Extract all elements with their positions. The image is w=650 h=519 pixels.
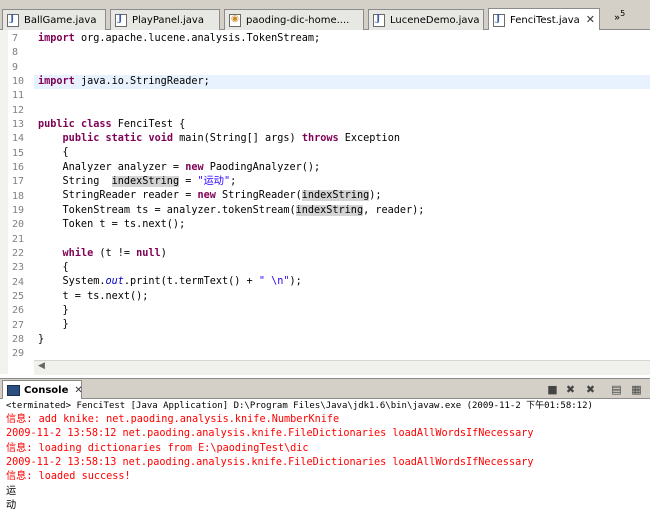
scroll-lock-icon[interactable]: ▤ <box>610 383 623 396</box>
tab-label: LuceneDemo.java <box>390 14 480 26</box>
line-number: 13 <box>12 118 25 130</box>
line-number: 10 <box>12 75 25 87</box>
line-number: 29 <box>12 348 25 360</box>
overflow-count: 5 <box>620 9 626 18</box>
code-line-27: } <box>38 319 69 330</box>
console-line: 2009-11-2 13:58:12 net.paoding.analysis.… <box>6 428 534 439</box>
remove-all-terminated-icon[interactable]: ✖ <box>584 383 597 396</box>
tab-label: FenciTest.java <box>510 14 580 26</box>
code-line-7: import org.apache.lucene.analysis.TokenS… <box>38 33 321 44</box>
line-number: 20 <box>12 219 25 231</box>
tab-console[interactable]: Console ✕ <box>2 380 83 399</box>
tab-fencitest[interactable]: FenciTest.java ✕ <box>488 8 600 31</box>
code-line-24: System.out.print(t.termText() + " \n"); <box>38 276 302 287</box>
close-icon[interactable]: ✕ <box>586 13 595 26</box>
code-line-29: } <box>38 334 45 345</box>
line-number: 15 <box>12 147 25 159</box>
tab-playpanel[interactable]: PlayPanel.java <box>110 9 220 30</box>
terminate-icon[interactable]: ■ <box>546 383 559 396</box>
code-line-19: TokenStream ts = analyzer.tokenStream(in… <box>38 205 425 216</box>
line-number: 11 <box>12 90 25 102</box>
line-number: 14 <box>12 133 25 145</box>
tab-lucenedemo[interactable]: LuceneDemo.java <box>368 9 484 30</box>
console-line: 动 <box>6 500 17 511</box>
line-number: 17 <box>12 176 25 188</box>
line-number: 18 <box>12 190 25 202</box>
editor-tab-bar: BallGame.java PlayPanel.java paoding-dic… <box>0 0 650 31</box>
tab-paoding-dic-home[interactable]: paoding-dic-home.... <box>224 9 364 30</box>
clear-console-icon[interactable]: ▦ <box>630 383 643 396</box>
line-number: 21 <box>12 233 25 245</box>
code-line-13: public class FenciTest { <box>38 119 186 130</box>
console-line: 信息: add knike: net.paoding.analysis.knif… <box>6 414 340 425</box>
code-line-20: Token t = ts.next(); <box>38 219 186 230</box>
code-editor[interactable]: import org.apache.lucene.analysis.TokenS… <box>0 30 650 375</box>
code-line-26: } <box>38 305 69 316</box>
console-tab-label: Console <box>24 384 69 396</box>
line-number: 22 <box>12 247 25 259</box>
line-number: 8 <box>12 47 19 59</box>
console-line: 运 <box>6 486 17 497</box>
code-line-23: { <box>38 262 69 273</box>
tab-ballgame[interactable]: BallGame.java <box>2 9 106 30</box>
line-number: 9 <box>12 61 19 73</box>
line-number: 16 <box>12 161 25 173</box>
code-line-18: StringReader reader = new StringReader(i… <box>38 190 382 201</box>
line-number: 25 <box>12 290 25 302</box>
code-area[interactable]: import org.apache.lucene.analysis.TokenS… <box>38 30 650 374</box>
console-output[interactable]: <terminated> FenciTest [Java Application… <box>0 399 650 519</box>
code-line-16: Analyzer analyzer = new PaodingAnalyzer(… <box>38 162 321 173</box>
line-number: 19 <box>12 204 25 216</box>
console-view-toolbar: Console ✕ ■ ✖ ✖ ▤ ▦ <box>0 378 650 399</box>
line-number: 23 <box>12 262 25 274</box>
console-line: 2009-11-2 13:58:13 net.paoding.analysis.… <box>6 457 534 468</box>
code-line-17: String indexString = "运动"; <box>38 176 237 187</box>
java-file-icon <box>7 13 19 27</box>
console-line: 信息: loading dictionaries from E:\paoding… <box>6 443 309 454</box>
tab-label: BallGame.java <box>24 14 97 26</box>
horizontal-scrollbar[interactable]: ◀ <box>34 360 650 375</box>
console-line: 信息: loaded success! <box>6 471 131 482</box>
remove-launch-icon[interactable]: ✖ <box>564 383 577 396</box>
overview-ruler <box>0 30 8 374</box>
close-icon[interactable]: ✕ <box>74 385 82 396</box>
code-line-10: import java.io.StringReader; <box>38 76 210 87</box>
html-file-icon <box>229 13 241 27</box>
tab-label: paoding-dic-home.... <box>246 14 350 26</box>
tab-label: PlayPanel.java <box>132 14 204 26</box>
line-number: 27 <box>12 319 25 331</box>
line-number: 28 <box>12 333 25 345</box>
line-number: 7 <box>12 33 19 44</box>
code-line-15: { <box>38 147 69 158</box>
java-file-icon <box>493 13 505 27</box>
line-number: 26 <box>12 305 25 317</box>
code-line-25: t = ts.next(); <box>38 291 149 302</box>
tab-overflow-button[interactable]: »5 <box>614 9 625 23</box>
console-icon <box>7 384 20 396</box>
code-line-14: public static void main(String[] args) t… <box>62 133 400 144</box>
java-file-icon <box>115 13 127 27</box>
line-number: 24 <box>12 276 25 288</box>
code-line-22: while (t != null) <box>62 248 167 259</box>
scroll-left-icon[interactable]: ◀ <box>38 361 45 371</box>
process-status: <terminated> FenciTest [Java Application… <box>6 401 593 411</box>
java-file-icon <box>373 13 385 27</box>
line-number: 12 <box>12 104 25 116</box>
